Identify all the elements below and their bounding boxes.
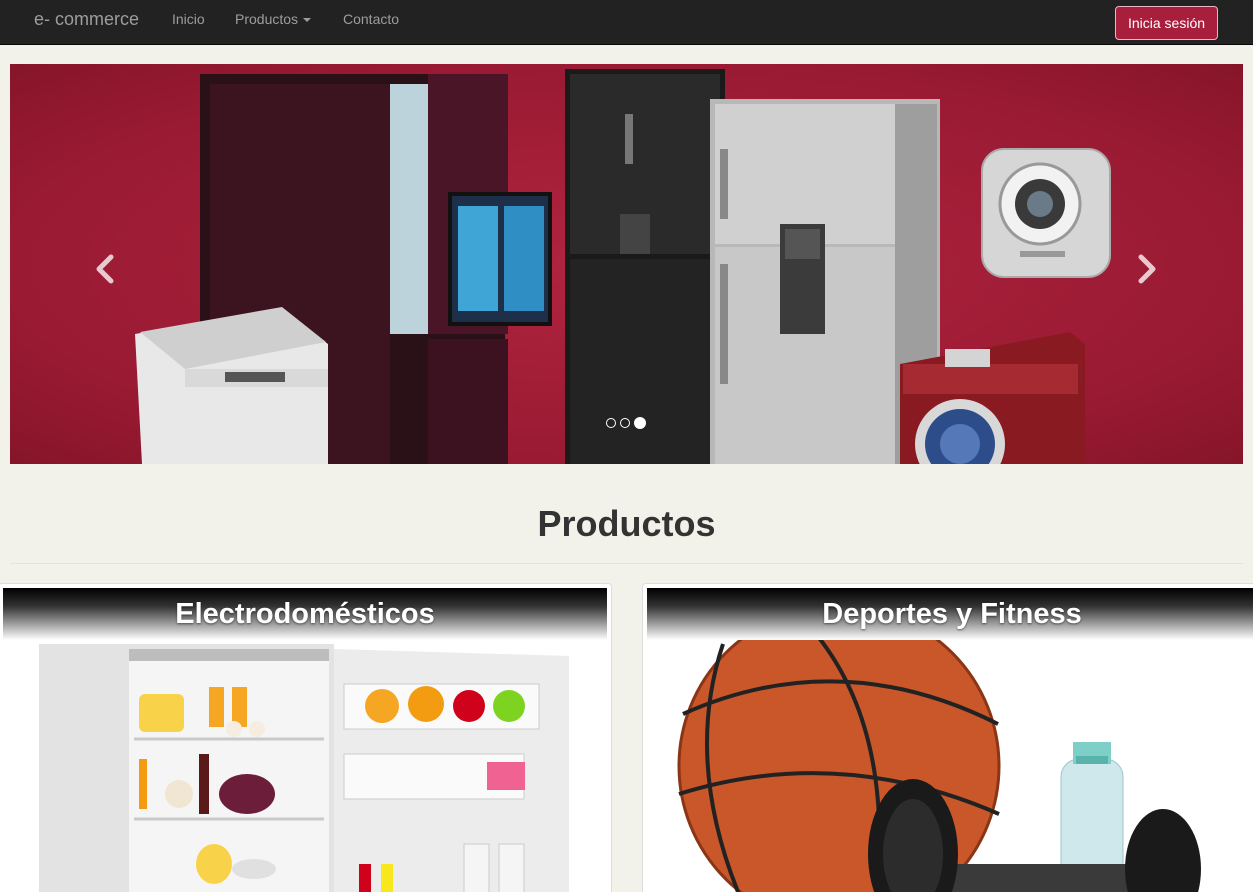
category-title: Electrodomésticos [175,598,435,630]
category-title: Deportes y Fitness [822,598,1082,630]
nav-dropdown-productos[interactable]: Productos [235,11,312,27]
category-card-electrodomesticos[interactable]: Electrodomésticos [0,583,612,892]
hero-carousel [10,64,1243,464]
carousel-indicators [606,417,646,429]
top-navbar: e- commerce Inicio Productos Contacto In… [0,0,1253,45]
carousel-indicator-3[interactable] [634,417,646,429]
chevron-right-icon[interactable] [1136,254,1158,284]
section-divider [10,563,1243,564]
section-title: Productos [537,503,716,544]
brand-logo[interactable]: e- commerce [34,9,139,30]
carousel-indicator-2[interactable] [620,418,630,428]
card-header: Deportes y Fitness [647,588,1253,640]
carousel-slide-image [135,69,1111,464]
nav-link-contacto[interactable]: Contacto [343,11,399,27]
chevron-left-icon[interactable] [94,254,116,284]
card-header: Electrodomésticos [3,588,607,640]
nav-dropdown-label: Productos [235,11,299,27]
login-button[interactable]: Inicia sesión [1115,6,1218,40]
category-card-deportes[interactable]: Deportes y Fitness [642,583,1253,892]
carousel-indicator-1[interactable] [606,418,616,428]
caret-down-icon [303,18,312,23]
nav-link-inicio[interactable]: Inicio [172,11,205,27]
